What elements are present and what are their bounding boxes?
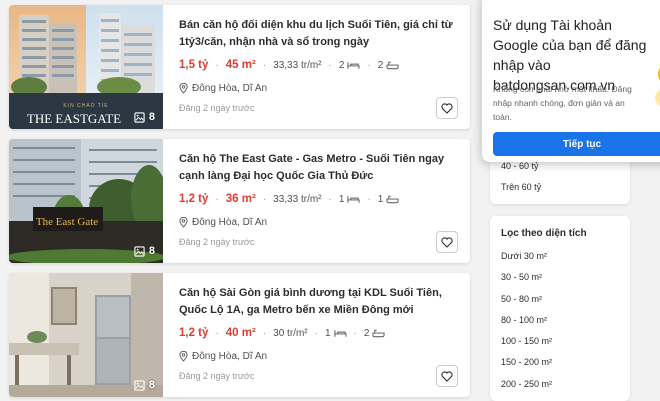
- bath-icon: [386, 195, 399, 203]
- heart-icon: [441, 236, 453, 248]
- listing-title[interactable]: Căn hộ Sài Gòn giá bình dương tại KDL Su…: [179, 285, 464, 319]
- area-filter-item[interactable]: 30 - 50 m²: [490, 267, 630, 288]
- save-listing-button[interactable]: [436, 365, 458, 387]
- location-pin-icon: [179, 83, 188, 94]
- listing-area: 45 m²: [225, 59, 256, 71]
- image-brand-text: THE EASTGATE: [27, 111, 121, 126]
- google-signin-popup: Sử dụng Tài khoản Google của bạn để đăng…: [482, 0, 660, 162]
- listing-price-per-m2: 33,33 tr/m²: [273, 193, 322, 205]
- listing-posted-date: Đăng 2 ngày trước: [179, 103, 255, 113]
- area-filter-item[interactable]: Dưới 30 m²: [490, 246, 630, 267]
- area-filter-item[interactable]: 200 - 250 m²: [490, 374, 630, 395]
- bathrooms-count: 2: [363, 327, 370, 339]
- bed-icon: [347, 195, 360, 203]
- listing-price: 1,2 tỷ: [179, 193, 209, 205]
- listing-price-per-m2: 33,33 tr/m²: [273, 59, 322, 71]
- gallery-icon: [134, 111, 145, 123]
- listing-area: 36 m²: [225, 193, 256, 205]
- listing-meta: 1,5 tỷ · 45 m² · 33,33 tr/m² · 2 · 2: [179, 57, 458, 73]
- key-illustration-icon: [655, 67, 660, 107]
- listing-meta: 1,2 tỷ · 40 m² · 30 tr/m² · 1 · 2: [179, 325, 458, 341]
- listing-location-text: Đông Hòa, Dĩ An: [192, 83, 268, 94]
- heart-icon: [441, 102, 453, 114]
- save-listing-button[interactable]: [436, 231, 458, 253]
- listing-title[interactable]: Bán căn hộ đối diện khu du lịch Suối Tiê…: [179, 17, 464, 51]
- google-popup-subtitle: Không còn phải nhớ mật khẩu. Đăng nhập n…: [493, 84, 632, 122]
- photo-count: 8: [134, 111, 155, 123]
- listing-price-per-m2: 30 tr/m²: [273, 327, 308, 339]
- area-filter-title: Lọc theo diện tích: [501, 228, 587, 239]
- listing-location: Đông Hòa, Dĩ An: [179, 217, 458, 228]
- bathrooms-count: 1: [377, 193, 384, 205]
- bed-icon: [333, 329, 347, 337]
- bath-icon: [386, 61, 399, 69]
- listing-location: Đông Hòa, Dĩ An: [179, 83, 458, 94]
- listing-image[interactable]: 8: [9, 273, 163, 397]
- gallery-icon: [134, 379, 145, 391]
- area-filter-item[interactable]: 150 - 200 m²: [490, 352, 630, 373]
- bedrooms-count: 1: [324, 327, 331, 339]
- bathrooms-count: 2: [377, 59, 384, 71]
- listing-title[interactable]: Căn hộ The East Gate - Gas Metro - Suối …: [179, 151, 464, 185]
- listing-location: Đông Hòa, Dĩ An: [179, 351, 458, 362]
- listing-card[interactable]: The East Gate 8 Căn hộ The East Gate - G…: [9, 139, 470, 263]
- area-filter-item[interactable]: 80 - 100 m²: [490, 310, 630, 331]
- photo-count: 8: [134, 379, 155, 391]
- listing-price: 1,2 tỷ: [179, 327, 209, 339]
- listing-image[interactable]: The East Gate 8: [9, 139, 163, 263]
- photo-count-label: 8: [148, 111, 155, 123]
- listing-card[interactable]: 8 Căn hộ Sài Gòn giá bình dương tại KDL …: [9, 273, 470, 397]
- google-continue-button[interactable]: Tiếp tục: [493, 132, 660, 156]
- gallery-icon: [134, 245, 145, 257]
- save-listing-button[interactable]: [436, 97, 458, 119]
- listing-posted-date: Đăng 2 ngày trước: [179, 371, 255, 381]
- price-filter-item[interactable]: Trên 60 tỷ: [490, 177, 552, 198]
- area-filter-box: Lọc theo diện tích Dưới 30 m² 30 - 50 m²…: [490, 216, 630, 401]
- bed-icon: [347, 61, 360, 69]
- listing-card[interactable]: KIN CHAO TIE THE EASTGATE 8 Bán căn hộ đ…: [9, 5, 470, 129]
- location-pin-icon: [179, 351, 188, 362]
- bedrooms-count: 1: [338, 193, 345, 205]
- image-brand-text: The East Gate: [36, 216, 98, 228]
- bath-icon: [372, 329, 385, 337]
- listing-location-text: Đông Hòa, Dĩ An: [192, 351, 268, 362]
- area-filter-item[interactable]: 100 - 150 m²: [490, 331, 630, 352]
- listing-meta: 1,2 tỷ · 36 m² · 33,33 tr/m² · 1 · 1: [179, 191, 458, 207]
- listing-posted-date: Đăng 2 ngày trước: [179, 237, 255, 247]
- photo-count: 8: [134, 245, 155, 257]
- location-pin-icon: [179, 217, 188, 228]
- listing-location-text: Đông Hòa, Dĩ An: [192, 217, 268, 228]
- heart-icon: [441, 370, 453, 382]
- photo-count-label: 8: [148, 245, 155, 257]
- listing-area: 40 m²: [225, 327, 256, 339]
- listing-image[interactable]: KIN CHAO TIE THE EASTGATE 8: [9, 5, 163, 129]
- listing-price: 1,5 tỷ: [179, 59, 209, 71]
- bedrooms-count: 2: [338, 59, 345, 71]
- area-filter-item[interactable]: 50 - 80 m²: [490, 289, 630, 310]
- photo-count-label: 8: [148, 379, 155, 391]
- image-subtext: KIN CHAO TIE: [63, 103, 108, 109]
